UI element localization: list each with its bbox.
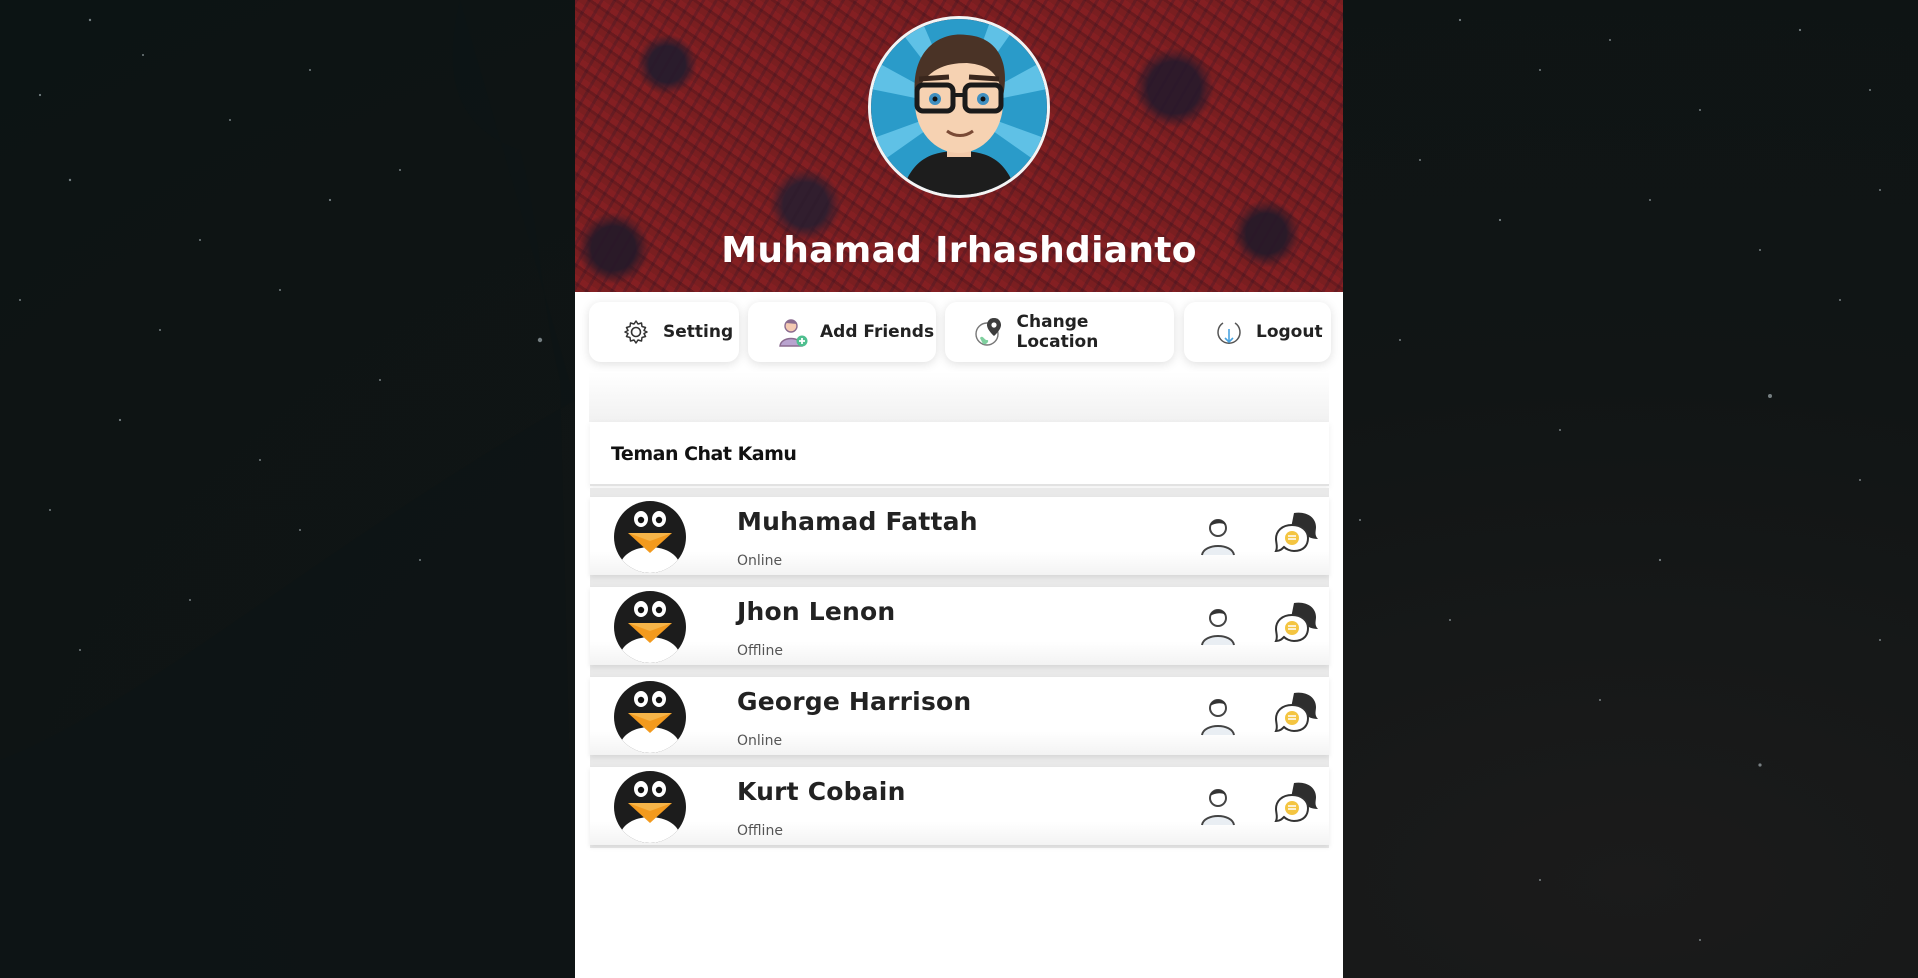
chat-bubble-icon[interactable] — [1274, 511, 1322, 557]
profile-avatar-image — [871, 19, 1047, 195]
view-profile-icon[interactable] — [1197, 693, 1239, 737]
add-friends-label: Add Friends — [820, 322, 935, 342]
friends-list-title: Teman Chat Kamu — [611, 443, 797, 465]
chat-bubble-icon[interactable] — [1274, 781, 1322, 827]
action-bar: Setting Add Friends Change Location Logo… — [589, 302, 1331, 362]
logout-label: Logout — [1256, 322, 1323, 342]
divider-shade — [589, 372, 1329, 422]
friend-status: Online — [737, 733, 783, 749]
setting-label: Setting — [663, 322, 734, 342]
friend-status: Offline — [737, 643, 783, 659]
friend-name: Jhon Lenon — [737, 597, 896, 626]
friend-name: Muhamad Fattah — [737, 507, 978, 536]
friend-status: Offline — [737, 823, 783, 839]
friend-row[interactable]: Kurt Cobain Offline — [590, 767, 1329, 845]
gear-icon — [619, 315, 653, 349]
penguin-avatar-icon — [614, 501, 686, 573]
penguin-avatar-icon — [614, 681, 686, 753]
location-pin-icon — [973, 315, 1007, 349]
friend-name: Kurt Cobain — [737, 777, 906, 806]
logout-icon — [1212, 315, 1246, 349]
friend-row[interactable]: George Harrison Online — [590, 677, 1329, 755]
change-location-button[interactable]: Change Location — [945, 302, 1174, 362]
friend-row[interactable]: Muhamad Fattah Online — [590, 497, 1329, 575]
friend-status: Online — [737, 553, 783, 569]
change-location-label: Change Location — [1016, 312, 1099, 352]
setting-button[interactable]: Setting — [589, 302, 739, 362]
chat-bubble-icon[interactable] — [1274, 691, 1322, 737]
friend-row[interactable]: Jhon Lenon Offline — [590, 587, 1329, 665]
chat-bubble-icon[interactable] — [1274, 601, 1322, 647]
view-profile-icon[interactable] — [1197, 783, 1239, 827]
friend-name: George Harrison — [737, 687, 972, 716]
add-user-icon — [776, 315, 810, 349]
profile-name: Muhamad Irhashdianto — [721, 230, 1197, 271]
view-profile-icon[interactable] — [1197, 513, 1239, 557]
view-profile-icon[interactable] — [1197, 603, 1239, 647]
penguin-avatar-icon — [614, 771, 686, 843]
penguin-avatar-icon — [614, 591, 686, 663]
main-panel: Muhamad Irhashdianto Setting Add Friends… — [575, 0, 1343, 978]
friends-list-header: Teman Chat Kamu — [590, 422, 1329, 486]
logout-button[interactable]: Logout — [1184, 302, 1331, 362]
add-friends-button[interactable]: Add Friends — [748, 302, 936, 362]
profile-avatar[interactable] — [868, 16, 1050, 198]
